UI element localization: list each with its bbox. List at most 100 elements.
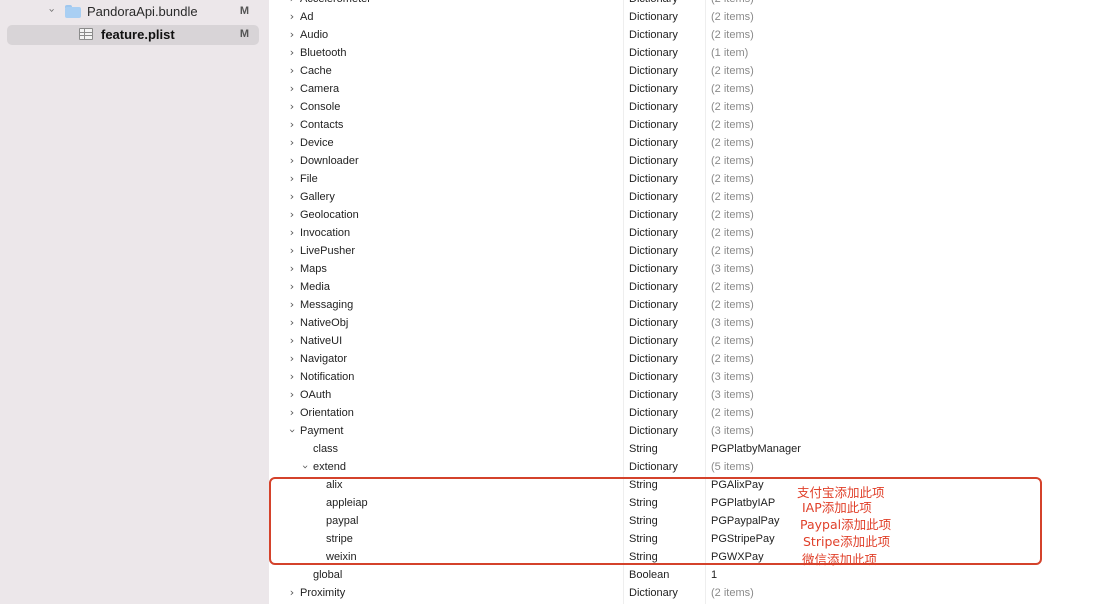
plist-row[interactable]: › Geolocation Dictionary (2 items) (270, 206, 1114, 224)
plist-key[interactable]: Gallery (300, 188, 335, 206)
plist-key[interactable]: Invocation (300, 224, 350, 242)
plist-type[interactable]: Dictionary (629, 116, 678, 134)
plist-value[interactable]: (2 items) (711, 584, 754, 602)
plist-value[interactable]: (5 items) (711, 458, 754, 476)
plist-value[interactable]: (2 items) (711, 62, 754, 80)
disclosure-closed-icon[interactable]: › (287, 260, 297, 278)
plist-type[interactable]: Dictionary (629, 314, 678, 332)
nav-item-feature-plist[interactable]: feature.plist M (0, 25, 269, 45)
nav-item-pandoraapi-bundle[interactable]: › PandoraApi.bundle M (0, 2, 269, 22)
plist-type[interactable]: Dictionary (629, 422, 678, 440)
disclosure-closed-icon[interactable]: › (287, 386, 297, 404)
disclosure-closed-icon[interactable]: › (287, 26, 297, 44)
plist-key[interactable]: extend (313, 458, 346, 476)
plist-key[interactable]: LivePusher (300, 242, 355, 260)
disclosure-closed-icon[interactable]: › (287, 98, 297, 116)
plist-type[interactable]: Dictionary (629, 386, 678, 404)
plist-value[interactable]: (2 items) (711, 404, 754, 422)
plist-row[interactable]: › Orientation Dictionary (2 items) (270, 404, 1114, 422)
plist-key[interactable]: Camera (300, 80, 339, 98)
plist-row[interactable]: › Proximity Dictionary (2 items) (270, 584, 1114, 602)
plist-type[interactable]: Dictionary (629, 26, 678, 44)
plist-row[interactable]: › LivePusher Dictionary (2 items) (270, 242, 1114, 260)
plist-type[interactable]: Dictionary (629, 368, 678, 386)
plist-row[interactable]: › Maps Dictionary (3 items) (270, 260, 1114, 278)
plist-key[interactable]: Cache (300, 62, 332, 80)
plist-row[interactable]: › Cache Dictionary (2 items) (270, 62, 1114, 80)
disclosure-closed-icon[interactable]: › (287, 188, 297, 206)
plist-type[interactable]: Boolean (629, 566, 669, 584)
plist-value[interactable]: (2 items) (711, 116, 754, 134)
disclosure-closed-icon[interactable]: › (287, 584, 297, 602)
plist-type[interactable]: String (629, 440, 658, 458)
disclosure-closed-icon[interactable]: › (287, 0, 297, 8)
plist-value[interactable]: (2 items) (711, 8, 754, 26)
disclosure-closed-icon[interactable]: › (287, 116, 297, 134)
plist-type[interactable]: Dictionary (629, 134, 678, 152)
plist-type[interactable]: Dictionary (629, 296, 678, 314)
plist-type[interactable]: Dictionary (629, 404, 678, 422)
plist-key[interactable]: Geolocation (300, 206, 359, 224)
plist-type[interactable]: Dictionary (629, 170, 678, 188)
plist-value[interactable]: (2 items) (711, 296, 754, 314)
plist-type[interactable]: Dictionary (629, 458, 678, 476)
disclosure-closed-icon[interactable]: › (287, 170, 297, 188)
plist-value[interactable]: (3 items) (711, 386, 754, 404)
plist-key[interactable]: Media (300, 278, 330, 296)
plist-value[interactable]: (1 item) (711, 44, 748, 62)
plist-key[interactable]: Device (300, 134, 334, 152)
plist-type[interactable]: Dictionary (629, 0, 678, 8)
plist-type[interactable]: Dictionary (629, 62, 678, 80)
plist-value[interactable]: (2 items) (711, 170, 754, 188)
plist-key[interactable]: Proximity (300, 584, 345, 602)
disclosure-closed-icon[interactable]: › (287, 278, 297, 296)
plist-value[interactable]: (2 items) (711, 134, 754, 152)
plist-key[interactable]: Messaging (300, 296, 353, 314)
disclosure-open-icon[interactable]: › (283, 426, 301, 436)
disclosure-closed-icon[interactable]: › (287, 44, 297, 62)
plist-value[interactable]: (2 items) (711, 350, 754, 368)
plist-type[interactable]: Dictionary (629, 332, 678, 350)
plist-row[interactable]: › extend Dictionary (5 items) (270, 458, 1114, 476)
plist-type[interactable]: Dictionary (629, 44, 678, 62)
disclosure-closed-icon[interactable]: › (287, 296, 297, 314)
plist-value[interactable]: (2 items) (711, 188, 754, 206)
plist-row[interactable]: › File Dictionary (2 items) (270, 170, 1114, 188)
plist-value[interactable]: (2 items) (711, 152, 754, 170)
plist-row[interactable]: class String PGPlatbyManager (270, 440, 1114, 458)
plist-type[interactable]: Dictionary (629, 8, 678, 26)
plist-type[interactable]: Dictionary (629, 242, 678, 260)
plist-key[interactable]: global (313, 566, 342, 584)
disclosure-closed-icon[interactable]: › (287, 332, 297, 350)
plist-row[interactable]: › Contacts Dictionary (2 items) (270, 116, 1114, 134)
disclosure-closed-icon[interactable]: › (287, 314, 297, 332)
disclosure-closed-icon[interactable]: › (287, 8, 297, 26)
plist-key[interactable]: Ad (300, 8, 313, 26)
plist-type[interactable]: Dictionary (629, 260, 678, 278)
plist-key[interactable]: File (300, 170, 318, 188)
plist-row[interactable]: › OAuth Dictionary (3 items) (270, 386, 1114, 404)
plist-value[interactable]: (2 items) (711, 98, 754, 116)
plist-key[interactable]: NativeUI (300, 332, 342, 350)
plist-value[interactable]: (3 items) (711, 368, 754, 386)
disclosure-closed-icon[interactable]: › (287, 350, 297, 368)
plist-key[interactable]: class (313, 440, 338, 458)
plist-value[interactable]: (2 items) (711, 206, 754, 224)
plist-key[interactable]: Audio (300, 26, 328, 44)
plist-value[interactable]: 1 (711, 566, 717, 584)
plist-row[interactable]: › Bluetooth Dictionary (1 item) (270, 44, 1114, 62)
plist-value[interactable]: (2 items) (711, 0, 754, 8)
plist-type[interactable]: Dictionary (629, 278, 678, 296)
plist-key[interactable]: NativeObj (300, 314, 348, 332)
disclosure-open-icon[interactable]: › (296, 462, 314, 472)
plist-row[interactable]: global Boolean 1 (270, 566, 1114, 584)
plist-key[interactable]: Contacts (300, 116, 343, 134)
plist-type[interactable]: Dictionary (629, 98, 678, 116)
plist-row[interactable]: › Navigator Dictionary (2 items) (270, 350, 1114, 368)
disclosure-closed-icon[interactable]: › (287, 224, 297, 242)
plist-key[interactable]: Downloader (300, 152, 359, 170)
plist-type[interactable]: Dictionary (629, 188, 678, 206)
disclosure-closed-icon[interactable]: › (287, 134, 297, 152)
plist-row[interactable]: › Payment Dictionary (3 items) (270, 422, 1114, 440)
plist-type[interactable]: Dictionary (629, 80, 678, 98)
